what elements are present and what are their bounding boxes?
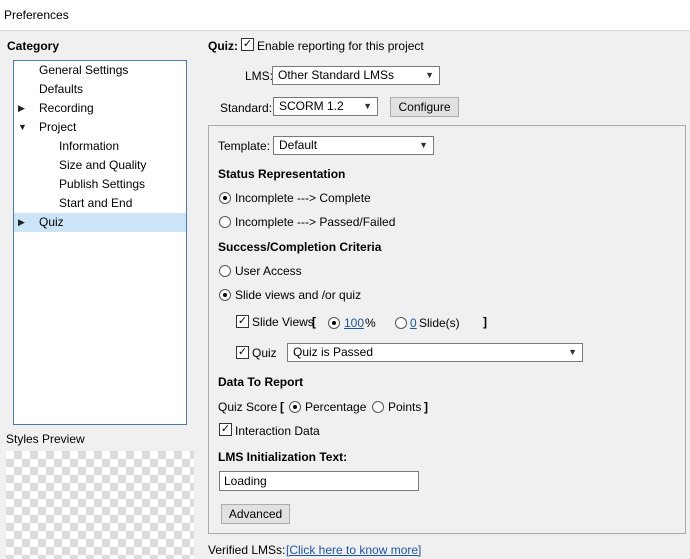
standard-label: Standard: — [220, 101, 273, 115]
tree-item-size-and-quality[interactable]: Size and Quality — [14, 156, 186, 175]
tree-item-start-and-end[interactable]: Start and End — [14, 194, 186, 213]
tree-item-defaults[interactable]: Defaults — [14, 80, 186, 99]
quiz-criteria-dropdown-value: Quiz is Passed — [293, 345, 374, 359]
quiz-score-bracket-open: [ — [280, 400, 284, 414]
template-dropdown-value: Default — [279, 138, 318, 152]
category-tree[interactable]: General Settings Defaults ▶ Recording ▼ … — [13, 60, 187, 425]
points-label: Points — [388, 400, 422, 414]
slide-views-or-quiz-label: Slide views and /or quiz — [235, 288, 362, 302]
template-label: Template: — [218, 139, 271, 153]
lms-label: LMS: — [245, 69, 274, 83]
percentage-radio[interactable] — [289, 401, 301, 413]
status-passed-failed-radio[interactable] — [219, 216, 231, 228]
tree-item-label: Quiz — [39, 215, 64, 229]
tree-item-label: Project — [39, 120, 77, 134]
quiz-criteria-checkbox[interactable]: ✓ — [236, 346, 249, 359]
slide-views-label: Slide Views — [252, 315, 314, 329]
slide-count-radio[interactable] — [395, 317, 407, 329]
status-complete-label: Incomplete ---> Complete — [235, 191, 371, 205]
lms-init-text-input[interactable]: Loading — [219, 471, 419, 491]
slide-count-value[interactable]: 0 — [410, 316, 417, 330]
tree-item-publish-settings[interactable]: Publish Settings — [14, 175, 186, 194]
know-more-link[interactable]: [Click here to know more] — [286, 543, 421, 557]
quiz-score-label: Quiz Score — [218, 400, 278, 414]
tree-item-label: Publish Settings — [59, 177, 146, 191]
tree-item-quiz[interactable]: ▶ Quiz — [14, 213, 186, 232]
enable-reporting-label: Enable reporting for this project — [257, 39, 424, 53]
category-heading: Category — [7, 39, 60, 53]
tree-item-label: Defaults — [39, 82, 84, 96]
styles-preview-label: Styles Preview — [6, 432, 85, 446]
chevron-down-icon: ▼ — [568, 347, 577, 357]
lms-init-heading: LMS Initialization Text: — [218, 450, 348, 464]
quiz-label: Quiz: — [208, 39, 238, 53]
slide-views-or-quiz-radio[interactable] — [219, 289, 231, 301]
lms-dropdown-value: Other Standard LMSs — [278, 68, 395, 82]
slide-views-bracket-open: [ — [312, 315, 316, 329]
interaction-data-checkbox[interactable]: ✓ — [219, 423, 232, 436]
percentage-label: Percentage — [305, 400, 367, 414]
template-dropdown[interactable]: Default ▼ — [273, 136, 434, 155]
status-complete-radio[interactable] — [219, 192, 231, 204]
window-title: Preferences — [4, 8, 69, 22]
tree-item-label: Recording — [39, 101, 94, 115]
chevron-down-icon: ▼ — [419, 140, 428, 150]
expand-arrow-icon[interactable]: ▶ — [18, 99, 25, 118]
user-access-radio[interactable] — [219, 265, 231, 277]
slide-percent-radio[interactable] — [328, 317, 340, 329]
slide-percent-unit: % — [365, 316, 376, 330]
tree-item-project[interactable]: ▼ Project — [14, 118, 186, 137]
chevron-down-icon: ▼ — [425, 70, 434, 80]
data-to-report-heading: Data To Report — [218, 375, 304, 389]
lms-dropdown[interactable]: Other Standard LMSs ▼ — [272, 66, 440, 85]
points-radio[interactable] — [372, 401, 384, 413]
configure-button[interactable]: Configure — [390, 97, 459, 117]
tree-item-information[interactable]: Information — [14, 137, 186, 156]
advanced-button[interactable]: Advanced — [221, 504, 290, 524]
slide-views-checkbox[interactable]: ✓ — [236, 315, 249, 328]
tree-item-general-settings[interactable]: General Settings — [14, 61, 186, 80]
tree-item-label: General Settings — [39, 63, 129, 77]
slide-views-bracket-close: ] — [483, 315, 487, 329]
standard-dropdown-value: SCORM 1.2 — [279, 99, 344, 113]
standard-dropdown[interactable]: SCORM 1.2 ▼ — [273, 97, 378, 116]
collapse-arrow-icon[interactable]: ▼ — [18, 118, 27, 137]
tree-item-label: Start and End — [59, 196, 133, 210]
slide-percent-value[interactable]: 100 — [344, 316, 364, 330]
title-bar: Preferences — [0, 0, 690, 31]
interaction-data-label: Interaction Data — [235, 424, 320, 438]
styles-preview-canvas — [6, 451, 194, 559]
verified-lms-label: Verified LMSs: — [208, 543, 286, 557]
slide-count-unit: Slide(s) — [419, 316, 460, 330]
success-criteria-heading: Success/Completion Criteria — [218, 240, 382, 254]
user-access-label: User Access — [235, 264, 302, 278]
tree-item-recording[interactable]: ▶ Recording — [14, 99, 186, 118]
quiz-criteria-dropdown[interactable]: Quiz is Passed ▼ — [287, 343, 583, 362]
expand-arrow-icon[interactable]: ▶ — [18, 213, 25, 232]
tree-item-label: Size and Quality — [59, 158, 147, 172]
tree-item-label: Information — [59, 139, 120, 153]
quiz-criteria-label: Quiz — [252, 346, 277, 360]
status-representation-heading: Status Representation — [218, 167, 346, 181]
chevron-down-icon: ▼ — [363, 101, 372, 111]
quiz-score-bracket-close: ] — [424, 400, 428, 414]
status-passed-failed-label: Incomplete ---> Passed/Failed — [235, 215, 396, 229]
enable-reporting-checkbox[interactable]: ✓ — [241, 38, 254, 51]
